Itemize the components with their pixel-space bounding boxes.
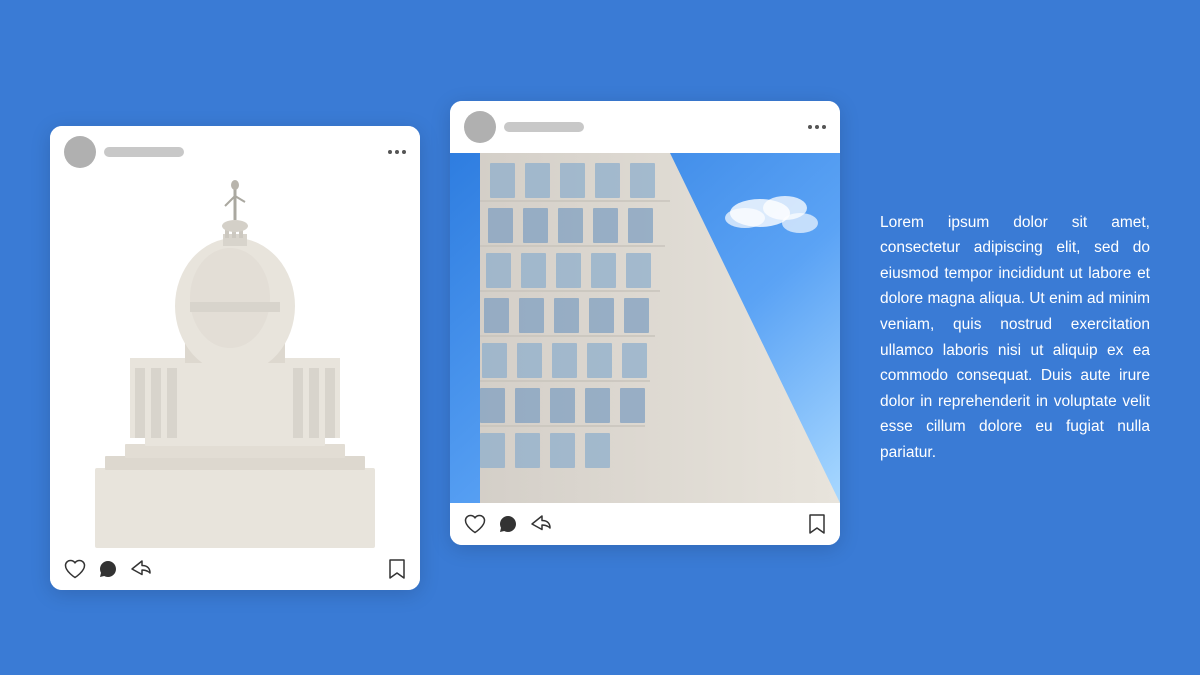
more-options-button[interactable] bbox=[388, 150, 406, 154]
text-panel: Lorem ipsum dolor sit amet, consectetur … bbox=[870, 200, 1150, 476]
username-bar bbox=[104, 147, 184, 157]
post-image-left bbox=[50, 178, 420, 548]
card-footer-right bbox=[450, 503, 840, 545]
header-right-group bbox=[464, 111, 584, 143]
heart-button-right[interactable] bbox=[464, 514, 486, 534]
bookmark-button-right[interactable] bbox=[808, 513, 826, 535]
heart-button[interactable] bbox=[64, 559, 86, 579]
header-left-group bbox=[64, 136, 184, 168]
footer-actions-left bbox=[64, 559, 152, 579]
username-bar-right bbox=[504, 122, 584, 132]
card-header-right bbox=[450, 101, 840, 153]
comment-button-right[interactable] bbox=[498, 514, 518, 534]
share-button[interactable] bbox=[130, 559, 152, 579]
bookmark-button[interactable] bbox=[388, 558, 406, 580]
footer-actions-right bbox=[464, 514, 552, 534]
main-container: Lorem ipsum dolor sit amet, consectetur … bbox=[0, 0, 1200, 675]
post-image-right bbox=[450, 153, 840, 503]
comment-button[interactable] bbox=[98, 559, 118, 579]
dot-r-1 bbox=[808, 125, 812, 129]
avatar bbox=[64, 136, 96, 168]
share-button-right[interactable] bbox=[530, 514, 552, 534]
dot-2 bbox=[395, 150, 399, 154]
capitol-svg bbox=[75, 178, 395, 548]
card-footer-left bbox=[50, 548, 420, 590]
dot-3 bbox=[402, 150, 406, 154]
post-card-left bbox=[50, 126, 420, 590]
card-header-left bbox=[50, 126, 420, 178]
avatar-right bbox=[464, 111, 496, 143]
more-options-button-right[interactable] bbox=[808, 125, 826, 129]
lorem-ipsum-text: Lorem ipsum dolor sit amet, consectetur … bbox=[880, 210, 1150, 466]
post-card-right bbox=[450, 101, 840, 545]
building-svg bbox=[450, 153, 840, 503]
dot-r-2 bbox=[815, 125, 819, 129]
dot-1 bbox=[388, 150, 392, 154]
dot-r-3 bbox=[822, 125, 826, 129]
